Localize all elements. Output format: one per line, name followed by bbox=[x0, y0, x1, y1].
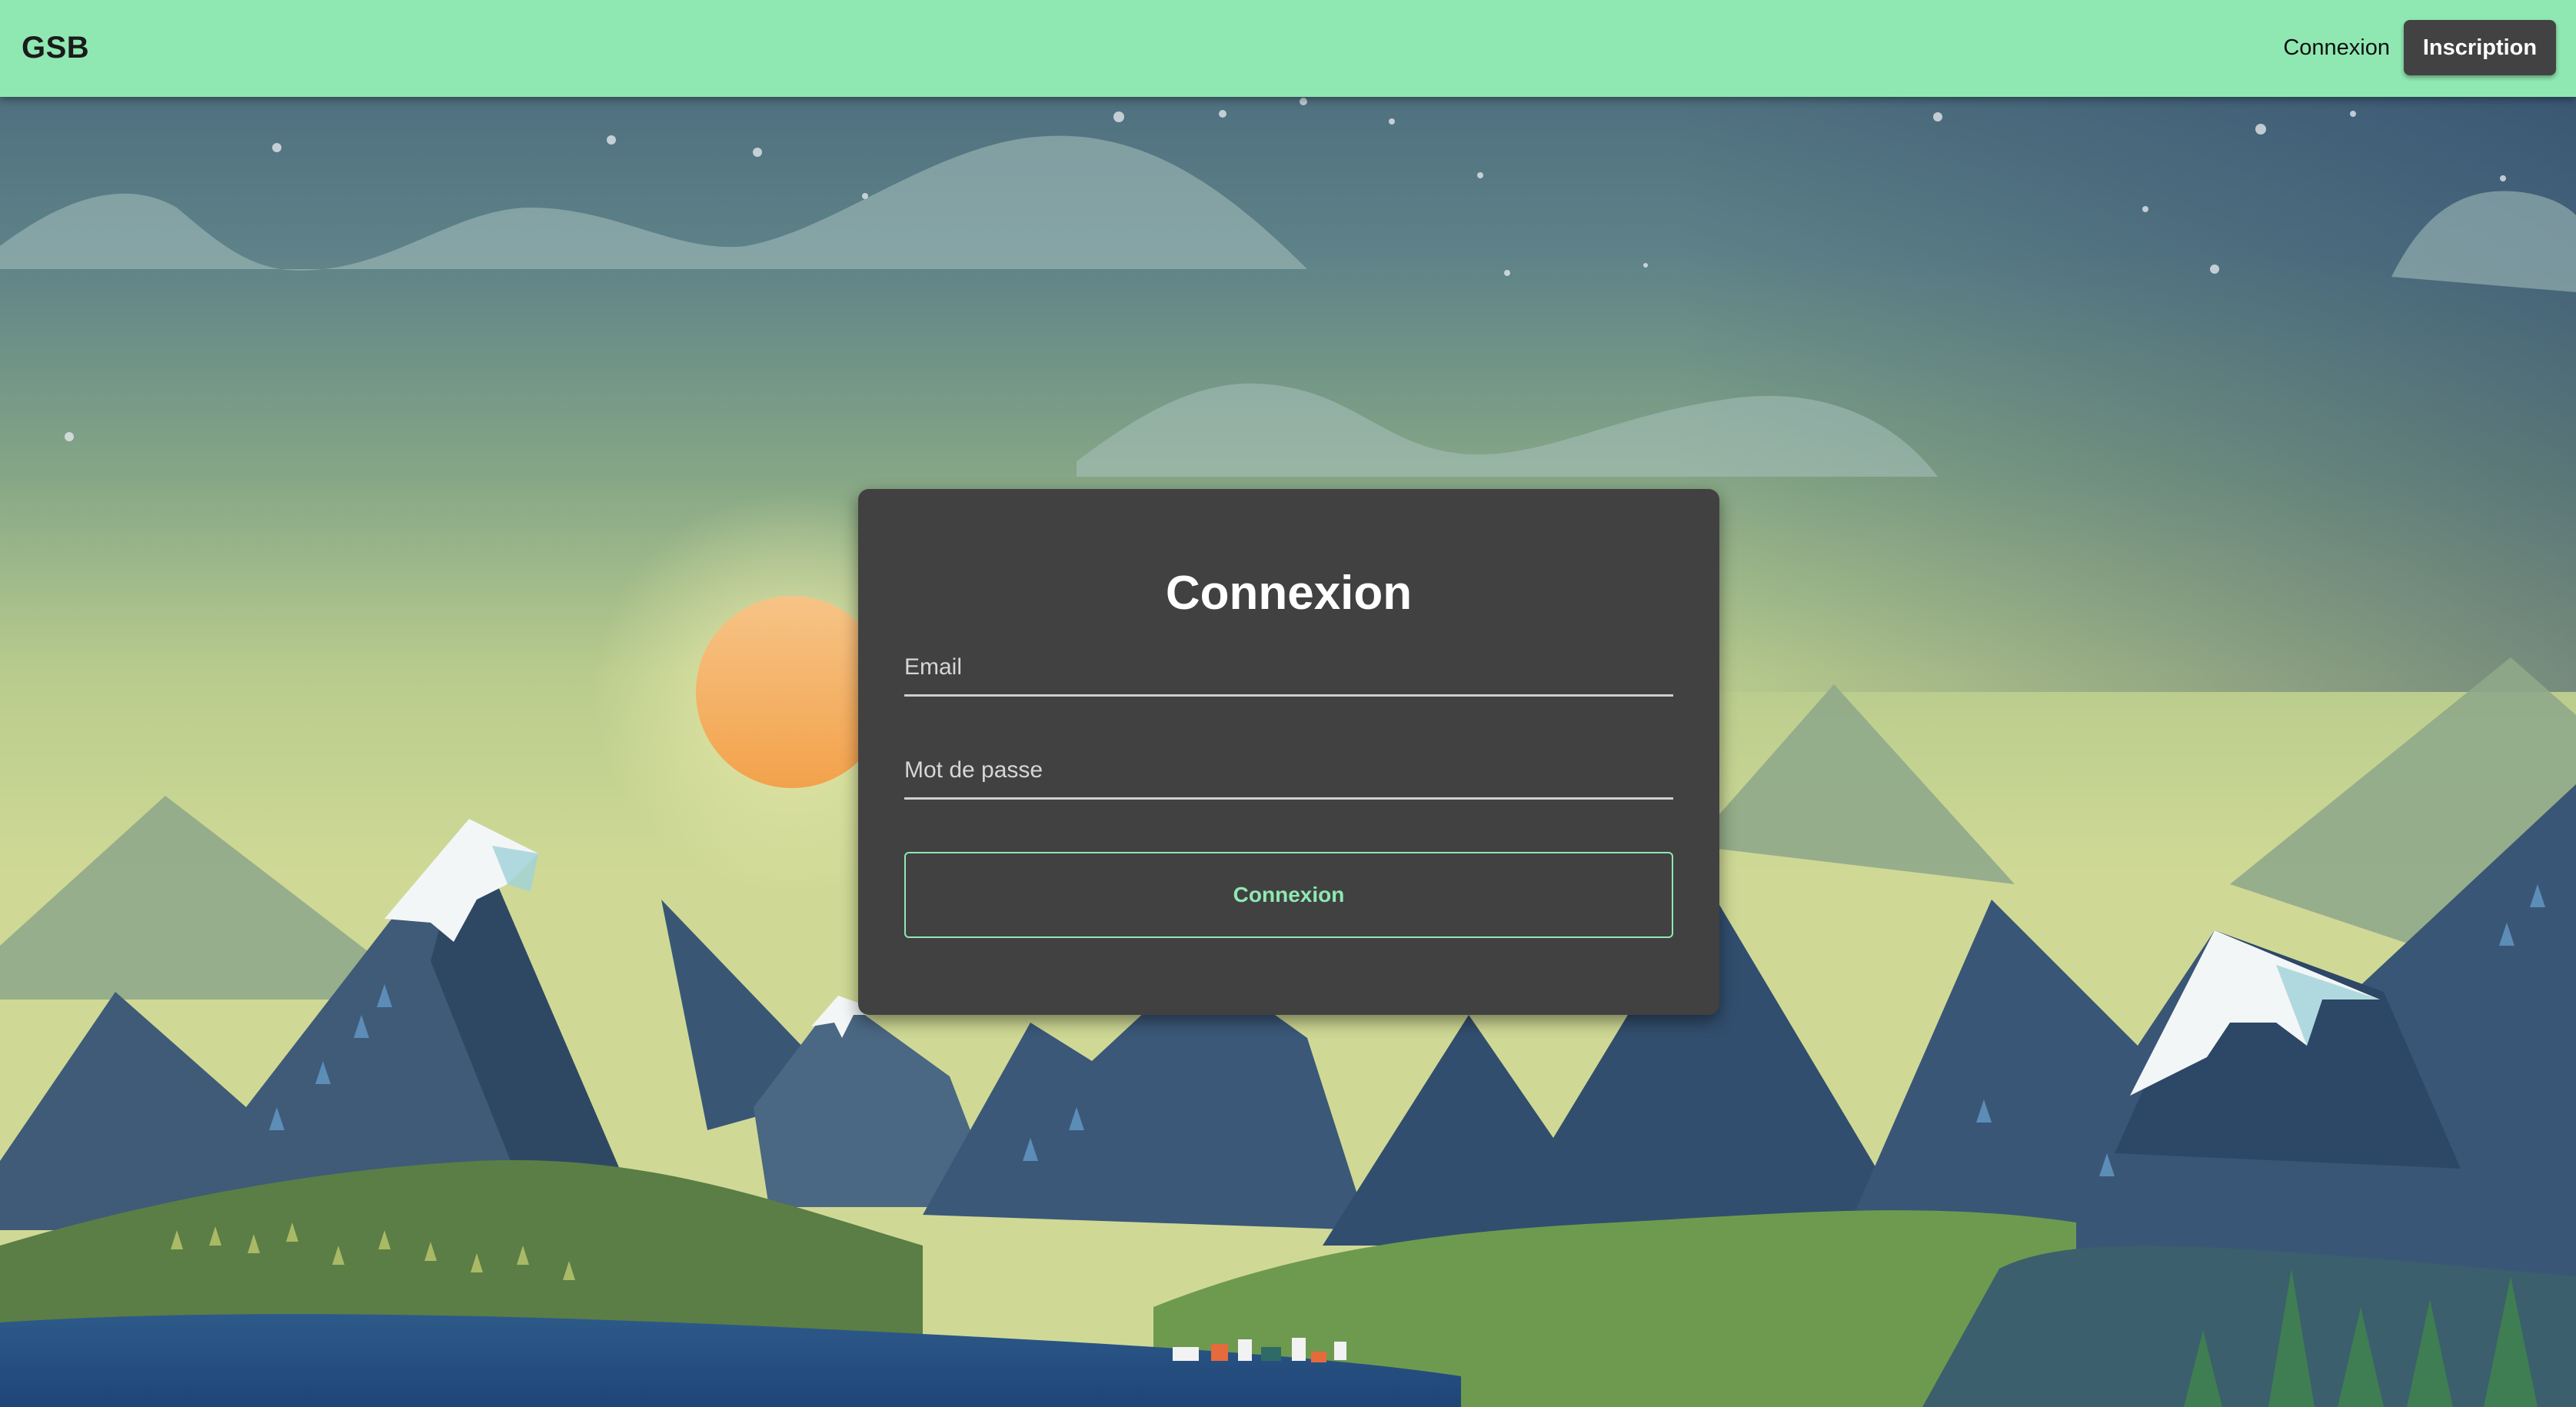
top-navbar: GSB Connexion Inscription bbox=[0, 0, 2576, 97]
login-submit-button[interactable]: Connexion bbox=[904, 852, 1673, 938]
email-field bbox=[904, 640, 1673, 697]
brand-logo-text[interactable]: GSB bbox=[22, 26, 89, 69]
email-input[interactable] bbox=[904, 640, 1673, 694]
password-input[interactable] bbox=[904, 743, 1673, 797]
password-field bbox=[904, 743, 1673, 800]
login-title: Connexion bbox=[1165, 567, 1413, 620]
nav-login-link[interactable]: Connexion bbox=[2283, 31, 2390, 65]
signup-button[interactable]: Inscription bbox=[2404, 20, 2556, 75]
